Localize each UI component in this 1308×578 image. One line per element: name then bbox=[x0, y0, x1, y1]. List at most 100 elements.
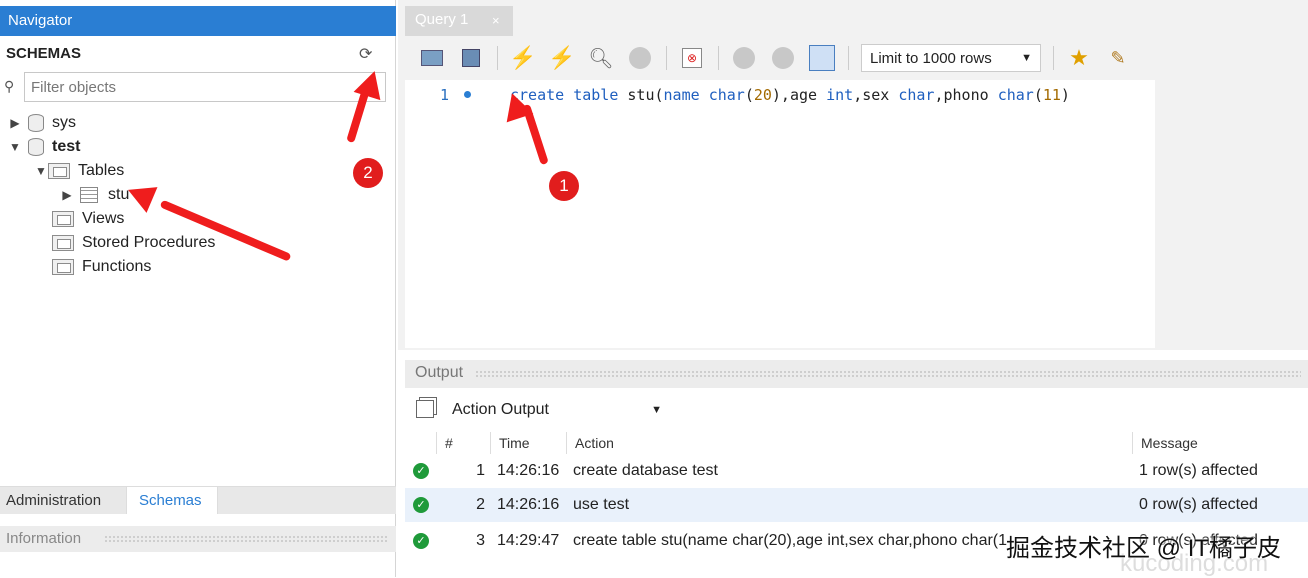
chevron-down-icon: ▼ bbox=[651, 404, 662, 416]
commit-icon[interactable] bbox=[731, 45, 757, 71]
toolbar-separator bbox=[666, 46, 667, 70]
search-icon: ⚲ bbox=[4, 78, 15, 94]
tree-label: sys bbox=[52, 114, 76, 131]
execute-lightning-icon[interactable]: ⚡ bbox=[509, 45, 536, 71]
status-cell: ✓ bbox=[405, 533, 437, 549]
status-cell: ✓ bbox=[405, 463, 437, 479]
close-tab-icon[interactable]: × bbox=[492, 13, 500, 28]
tree-item-tables[interactable]: ▼ Tables bbox=[8, 159, 215, 183]
code-token: ) bbox=[1060, 86, 1070, 104]
expand-arrow-icon[interactable]: ▶ bbox=[8, 116, 22, 130]
refresh-icon[interactable]: ⟳ bbox=[359, 44, 377, 63]
code-token: char bbox=[997, 86, 1034, 104]
output-type-select[interactable]: Action Output ▼ bbox=[444, 396, 670, 424]
sql-code-line[interactable]: create table stu(name char(20),age int,s… bbox=[510, 86, 1070, 104]
schemas-label: SCHEMAS bbox=[6, 45, 82, 62]
sql-editor[interactable] bbox=[405, 80, 1155, 348]
stop-hand-icon[interactable] bbox=[627, 45, 653, 71]
statement-marker-icon bbox=[464, 91, 471, 98]
autocommit-icon[interactable] bbox=[809, 45, 835, 71]
save-icon[interactable] bbox=[458, 45, 484, 71]
code-token: ,sex bbox=[853, 86, 899, 104]
table-row[interactable]: ✓ 2 14:26:16 use test 0 row(s) affected bbox=[405, 488, 1308, 522]
execute-current-icon[interactable]: ⚡ bbox=[548, 45, 575, 71]
column-header-action[interactable]: Action bbox=[567, 432, 1133, 456]
row-message: 0 row(s) affected bbox=[1139, 496, 1258, 513]
table-row[interactable]: ✓ 1 14:26:16 create database test 1 row(… bbox=[405, 454, 1308, 488]
row-time: 14:26:16 bbox=[497, 462, 560, 479]
code-token: char bbox=[898, 86, 935, 104]
output-type-value: Action Output bbox=[452, 401, 549, 418]
code-token: ( bbox=[1033, 86, 1043, 104]
tree-label: Stored Procedures bbox=[82, 234, 216, 251]
toolbar-separator bbox=[497, 46, 498, 70]
row-time: 14:29:47 bbox=[497, 532, 560, 549]
tree-item-functions[interactable]: Functions bbox=[8, 255, 215, 279]
limit-rows-select[interactable]: Limit to 1000 rows ▼ bbox=[861, 44, 1041, 72]
rollback-icon[interactable] bbox=[770, 45, 796, 71]
tab-administration[interactable]: Administration bbox=[0, 486, 126, 514]
success-check-icon: ✓ bbox=[413, 463, 429, 479]
code-token: stu( bbox=[618, 86, 664, 104]
code-token: int bbox=[826, 86, 854, 104]
collapse-arrow-icon[interactable]: ▼ bbox=[8, 140, 22, 154]
beautify-broom-icon[interactable]: ✎ bbox=[1105, 45, 1131, 71]
row-action: create database test bbox=[573, 462, 718, 479]
expand-arrow-icon[interactable]: ▶ bbox=[60, 188, 74, 202]
copy-icon[interactable] bbox=[416, 400, 434, 418]
code-token: table bbox=[573, 86, 619, 104]
code-token: 20 bbox=[753, 86, 772, 104]
add-snippet-star-icon[interactable]: ★ bbox=[1066, 45, 1092, 71]
folder-icon bbox=[48, 163, 70, 179]
folder-icon bbox=[52, 235, 74, 251]
tree-label: Functions bbox=[82, 258, 152, 275]
annotation-badge-1: 1 bbox=[549, 171, 579, 201]
tab-bar-filler bbox=[218, 486, 396, 514]
toolbar-separator bbox=[848, 46, 849, 70]
code-token: char bbox=[708, 86, 745, 104]
code-token: 11 bbox=[1042, 86, 1061, 104]
output-panel-header[interactable]: Output bbox=[405, 360, 1308, 388]
table-icon bbox=[80, 187, 98, 203]
grip-dots bbox=[475, 370, 1301, 378]
output-label: Output bbox=[415, 364, 464, 381]
query-toolbar: ⚡ ⚡ 🔍︎ ⊗ Limit to 1000 rows ▼ ★ ✎ bbox=[405, 36, 1308, 80]
information-panel-header[interactable]: Information bbox=[0, 526, 396, 552]
row-time: 14:26:16 bbox=[497, 496, 560, 513]
column-header-message[interactable]: Message bbox=[1133, 432, 1308, 456]
success-check-icon: ✓ bbox=[413, 497, 429, 513]
row-num: 3 bbox=[476, 532, 485, 549]
code-token: ),age bbox=[771, 86, 827, 104]
tree-item-stu[interactable]: ▶ stu bbox=[8, 183, 215, 207]
column-header-time[interactable]: Time bbox=[491, 432, 567, 456]
filter-objects-input[interactable] bbox=[24, 72, 386, 102]
tree-item-test[interactable]: ▼ test bbox=[8, 135, 215, 159]
toolbar-separator bbox=[718, 46, 719, 70]
tab-schemas[interactable]: Schemas bbox=[126, 486, 218, 514]
tree-label: Views bbox=[82, 210, 125, 227]
open-folder-icon[interactable] bbox=[419, 45, 445, 71]
tree-item-stored-procedures[interactable]: Stored Procedures bbox=[8, 231, 215, 255]
row-num: 2 bbox=[476, 496, 485, 513]
tree-label: Tables bbox=[78, 162, 125, 179]
code-token: name bbox=[663, 86, 700, 104]
chevron-down-icon: ▼ bbox=[1021, 52, 1032, 64]
code-token: ,phono bbox=[934, 86, 998, 104]
grip-dots bbox=[104, 535, 388, 543]
toggle-error-icon[interactable]: ⊗ bbox=[679, 45, 705, 71]
code-token: ( bbox=[744, 86, 754, 104]
header-status-spacer bbox=[405, 432, 437, 456]
folder-icon bbox=[52, 259, 74, 275]
query-tab-label: Query 1 bbox=[415, 11, 469, 28]
folder-icon bbox=[52, 211, 74, 227]
column-header-num[interactable]: # bbox=[437, 432, 491, 456]
collapse-arrow-icon[interactable]: ▼ bbox=[34, 164, 48, 178]
database-icon bbox=[28, 114, 44, 132]
row-action: use test bbox=[573, 496, 630, 513]
explain-magnifier-icon[interactable]: 🔍︎ bbox=[588, 45, 614, 71]
information-label: Information bbox=[6, 530, 82, 547]
toolbar-separator bbox=[1053, 46, 1054, 70]
tree-item-sys[interactable]: ▶ sys bbox=[8, 111, 215, 135]
